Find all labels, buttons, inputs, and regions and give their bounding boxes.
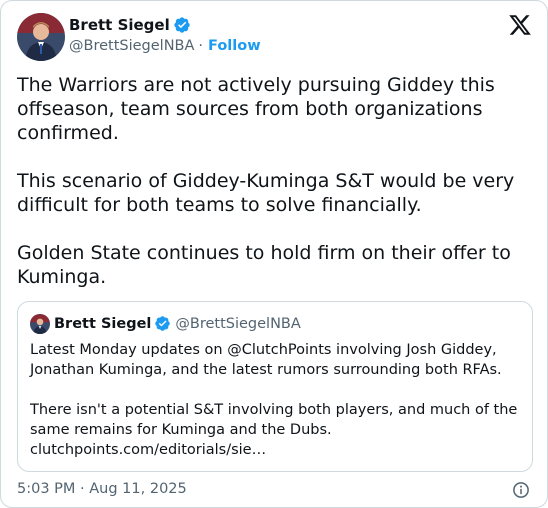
quoted-author-handle: @BrettSiegelNBA [175, 315, 301, 332]
quoted-tweet[interactable]: Brett Siegel @BrettSiegelNBA Latest Mond… [17, 301, 533, 472]
follow-button[interactable]: Follow [208, 38, 261, 54]
verified-badge-icon [173, 16, 191, 34]
tweet-paragraph: The Warriors are not actively pursuing G… [17, 74, 495, 144]
tweet-body: The Warriors are not actively pursuing G… [17, 73, 532, 289]
quoted-tweet-body: Latest Monday updates on @ClutchPoints i… [30, 340, 525, 460]
separator-dot: · [198, 38, 204, 54]
author-handle[interactable]: @BrettSiegelNBA [69, 38, 194, 54]
quoted-paragraph: Latest Monday updates on @ClutchPoints i… [30, 342, 502, 378]
author-name[interactable]: Brett Siegel [69, 16, 170, 34]
tweet-paragraph: This scenario of Giddey-Kuminga S&T woul… [17, 170, 515, 216]
quoted-author-name: Brett Siegel [54, 315, 152, 332]
quoted-author-avatar [30, 314, 50, 334]
x-logo-icon[interactable] [508, 13, 532, 37]
info-icon[interactable] [512, 481, 530, 499]
author-avatar[interactable] [17, 13, 65, 61]
tweet-paragraph: Golden State continues to hold firm on t… [17, 242, 511, 288]
tweet-timestamp[interactable]: 5:03 PM · Aug 11, 2025 [17, 481, 187, 497]
verified-badge-icon [154, 315, 171, 332]
tweet-card: Brett Siegel @BrettSiegelNBA · Follow Th… [0, 0, 548, 508]
quoted-paragraph: There isn't a potential S&T involving bo… [30, 402, 518, 458]
